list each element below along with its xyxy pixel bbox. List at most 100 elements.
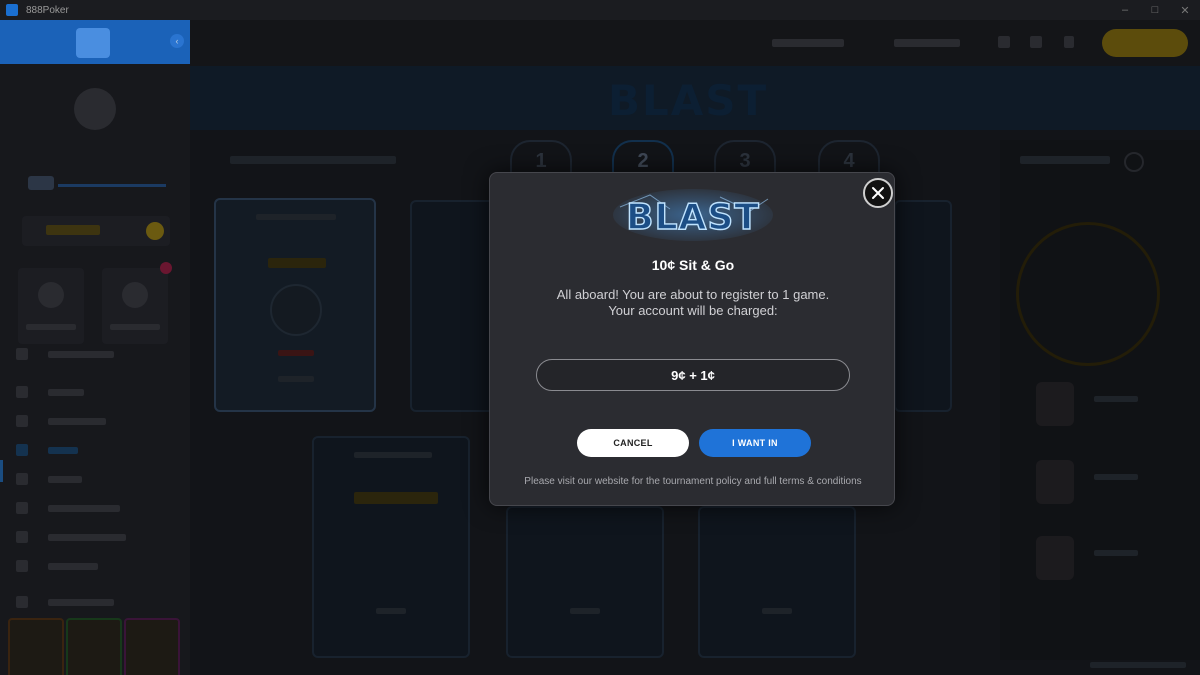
game-card-4[interactable] (312, 436, 470, 658)
email-icon[interactable] (1030, 36, 1042, 48)
window-title: 888Poker (26, 4, 69, 16)
rewards-tile[interactable] (102, 262, 172, 344)
tile-label (110, 324, 160, 330)
winner-avatar-2 (1036, 460, 1074, 504)
tile-label (26, 324, 76, 330)
card-prize (268, 258, 326, 268)
coin-icon (146, 222, 164, 240)
close-icon[interactable] (863, 178, 893, 208)
nav-label (48, 446, 78, 454)
cashier-button[interactable] (1102, 29, 1188, 57)
brand-logo[interactable] (76, 28, 110, 58)
promo-tile-1[interactable] (8, 618, 64, 675)
sidebar-item-beginners[interactable] (16, 413, 166, 429)
play-icon (270, 284, 322, 336)
window-close-button[interactable]: ✕ (1170, 0, 1200, 20)
game-card-1[interactable] (214, 198, 376, 412)
blast-icon (16, 444, 28, 456)
nav-label (48, 350, 114, 358)
locale-selector[interactable] (894, 39, 960, 47)
sidebar-item-tournaments[interactable] (16, 529, 166, 545)
nav-label (48, 417, 106, 425)
winner-avatar-1 (1036, 382, 1074, 426)
menu-icon[interactable] (1064, 36, 1074, 48)
dialog-title: 10¢ Sit & Go (651, 257, 735, 273)
nav-label (48, 562, 98, 570)
rewards-icon (122, 282, 148, 308)
game-card-2[interactable] (410, 200, 496, 412)
challenges-tile[interactable] (18, 268, 84, 344)
sidebar: ‹ (0, 20, 190, 675)
avatar[interactable] (74, 88, 116, 130)
card-tag (278, 350, 314, 356)
sidebar-item-cash-games[interactable] (16, 500, 166, 516)
panel-heading (1020, 156, 1110, 164)
notification-badge (160, 262, 172, 274)
level-bar (58, 184, 166, 187)
card-label (354, 452, 432, 458)
real-money-selector[interactable] (772, 39, 844, 47)
nav-label (48, 598, 114, 606)
charge-amount: 9¢ + 1¢ (536, 359, 850, 391)
promo-tile-3[interactable] (124, 618, 180, 675)
level-badge-icon (28, 176, 54, 190)
dialog-message-line-2: Your account will be charged: (608, 303, 778, 318)
cancel-button[interactable]: CANCEL (577, 429, 689, 457)
card-buyin (376, 608, 406, 614)
settings-icon[interactable] (998, 36, 1010, 48)
home-icon (16, 386, 28, 398)
dialog-message-line-1: All aboard! You are about to register to… (556, 287, 830, 302)
nav-label (48, 388, 84, 396)
balance-box[interactable] (22, 216, 170, 246)
sidebar-item-home[interactable] (16, 384, 166, 400)
i-want-in-button[interactable]: I WANT IN (699, 429, 811, 457)
game-card-6[interactable] (698, 506, 856, 658)
nav-label (48, 504, 120, 512)
challenges-icon (38, 282, 64, 308)
info-icon[interactable] (1124, 152, 1144, 172)
sit-and-go-icon (16, 560, 28, 572)
section-heading (230, 156, 396, 164)
dialog-message: All aboard! You are about to register to… (510, 287, 876, 319)
winner-name (1094, 474, 1138, 480)
minimize-button[interactable]: – (1110, 0, 1140, 20)
chevron-left-icon[interactable]: ‹ (170, 34, 184, 48)
level-progress (22, 170, 170, 196)
card-buyin (762, 608, 792, 614)
bell-icon (16, 348, 28, 360)
sidebar-item-blast[interactable] (16, 442, 166, 458)
beginners-icon (16, 415, 28, 427)
banner-logo: BLAST (608, 76, 769, 125)
sidebar-header: ‹ (0, 20, 190, 64)
top-header (190, 20, 1200, 66)
promotions-icon (16, 596, 28, 608)
register-dialog: BLAST 10¢ Sit & Go All aboard! You are a… (489, 172, 895, 506)
game-card-5[interactable] (506, 506, 664, 658)
snap-icon (16, 473, 28, 485)
app-logo-icon (6, 4, 18, 16)
winner-name (1094, 396, 1138, 402)
cash-games-icon (16, 502, 28, 514)
card-label (256, 214, 336, 220)
sidebar-item-sit-and-go[interactable] (16, 558, 166, 574)
window-titlebar: 888Poker – □ ✕ (0, 0, 1200, 20)
active-indicator (0, 460, 3, 482)
jackpot-ring (1016, 222, 1160, 366)
nav-label (48, 533, 126, 541)
winner-avatar-3 (1036, 536, 1074, 580)
sidebar-item-notifications[interactable] (16, 346, 166, 362)
promo-tile-2[interactable] (66, 618, 122, 675)
app-root: 888Poker – □ ✕ ‹ BLAST 1 2 3 4 BLAST 10¢… (0, 0, 1200, 675)
maximize-button[interactable]: □ (1140, 0, 1170, 20)
close-glyph (872, 187, 884, 199)
responsible-gaming-link[interactable] (1090, 662, 1186, 668)
sidebar-item-snap[interactable] (16, 471, 166, 487)
game-card-3[interactable] (894, 200, 952, 412)
trophy-icon (16, 531, 28, 543)
card-buyin (278, 376, 314, 382)
winner-name (1094, 550, 1138, 556)
nav-label (48, 475, 82, 483)
blast-logo: BLAST (613, 189, 773, 241)
sidebar-item-promotions[interactable] (16, 594, 166, 610)
card-buyin (570, 608, 600, 614)
